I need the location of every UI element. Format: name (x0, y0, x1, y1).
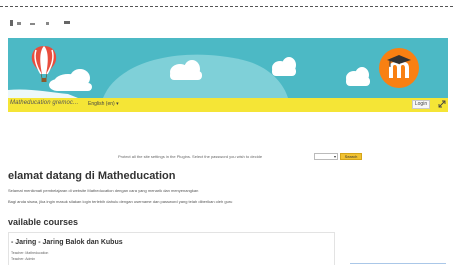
course-card: - Jaring - Jaring Balok dan Kubus Teache… (8, 232, 335, 265)
page-top-border (0, 6, 453, 7)
intro-text-secondary: Bagi anda siswa, jika ingin masuk silaka… (8, 199, 233, 204)
site-name-link[interactable]: Matheducation gremoc... (10, 100, 78, 106)
navbar: Matheducation gremoc... English (en) ▾ L… (8, 98, 448, 112)
language-menu[interactable]: English (en) ▾ (88, 101, 119, 107)
course-teacher[interactable]: Teacher: Matheducation (11, 251, 48, 255)
intro-text: Selamat menikmati pembelajaran di websit… (8, 188, 199, 193)
course-title-link[interactable]: - Jaring - Jaring Balok dan Kubus (11, 239, 123, 246)
search-button[interactable]: Search (340, 153, 362, 160)
course-teacher[interactable]: Teacher: Admin (11, 257, 35, 261)
side-block-edge (350, 263, 446, 264)
moodle-logo-icon[interactable] (378, 47, 420, 89)
available-courses-heading: vailable courses (8, 217, 79, 227)
login-button[interactable]: Login (412, 100, 430, 109)
site-banner (8, 38, 448, 98)
cropped-text-fragment (10, 20, 70, 26)
search-select[interactable] (314, 153, 338, 160)
search-instruction: Protect all the site settings in the Plu… (118, 154, 263, 159)
search-row: Protect all the site settings in the Plu… (118, 153, 362, 161)
page-title: elamat datang di Matheducation (8, 170, 176, 182)
expand-icon[interactable] (437, 99, 447, 109)
hot-air-balloon-icon (31, 46, 57, 82)
